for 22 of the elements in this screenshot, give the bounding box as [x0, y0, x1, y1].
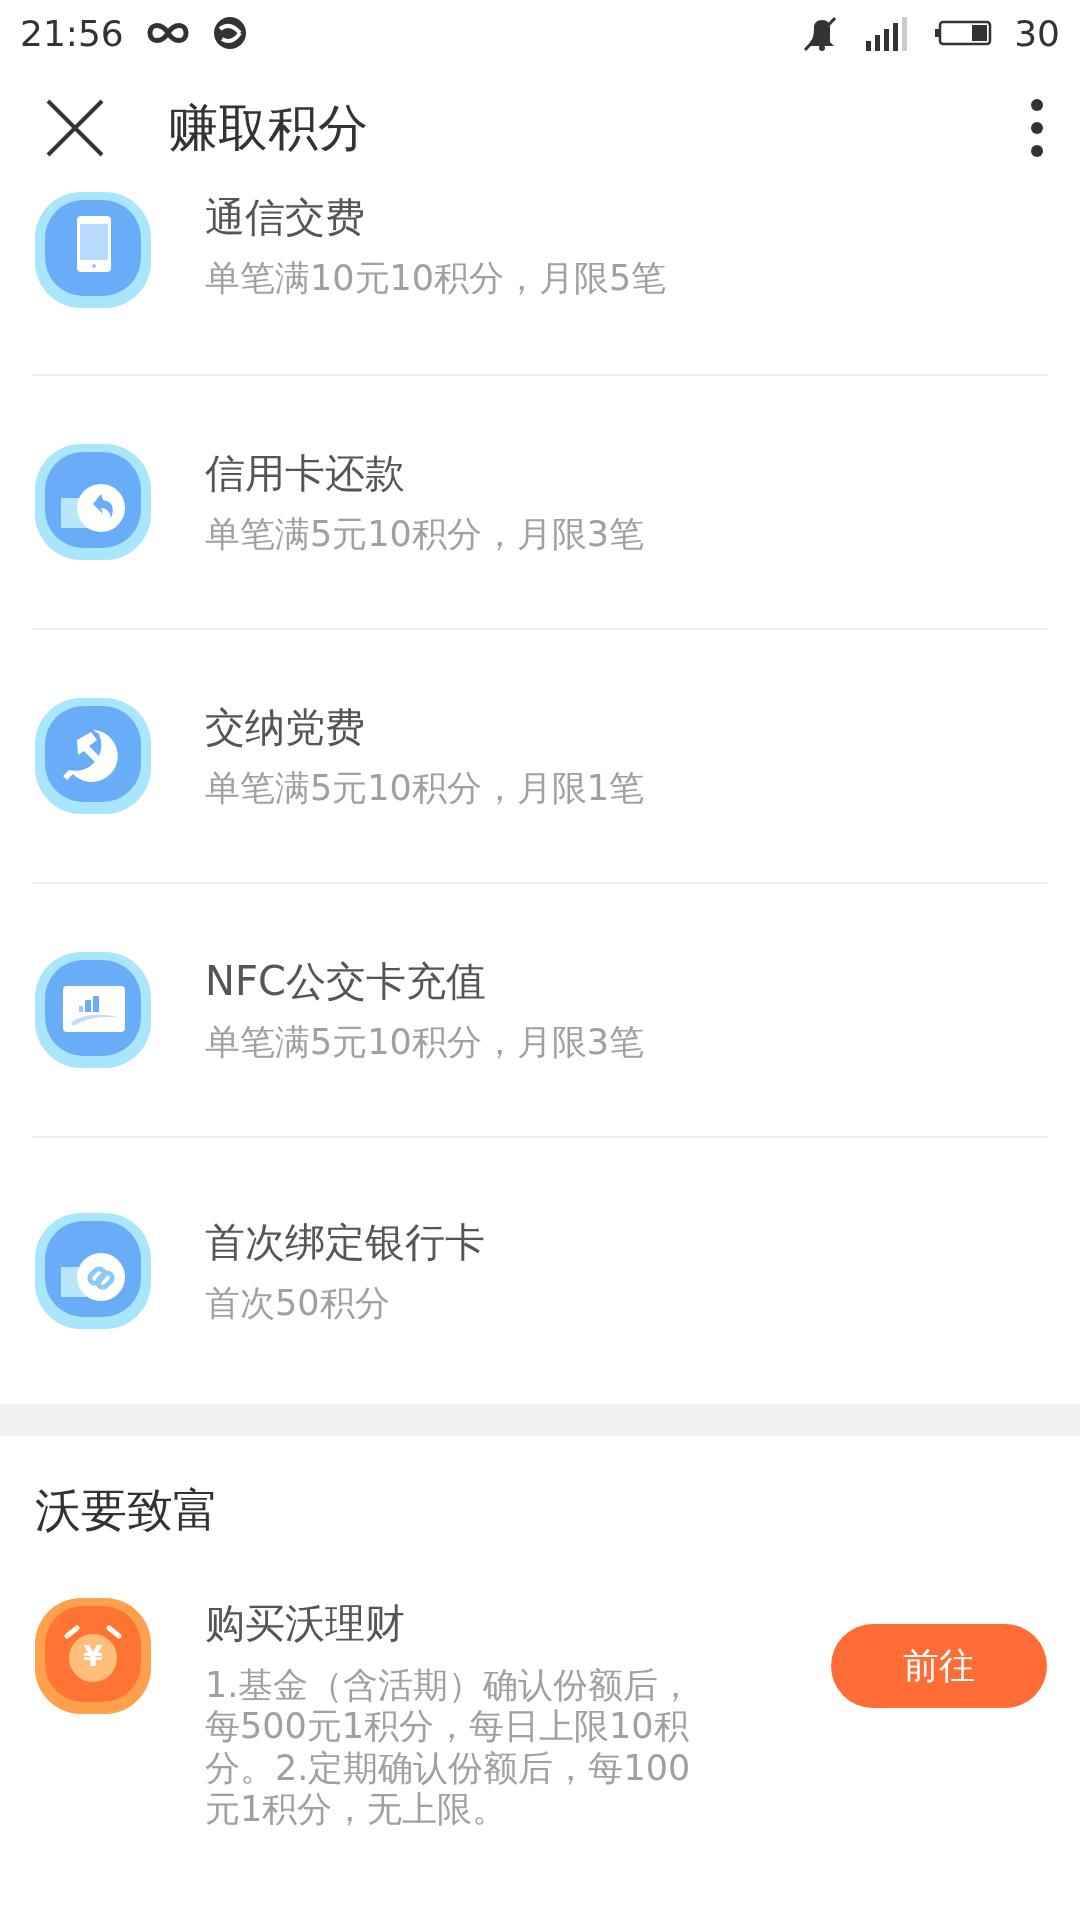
task-description: 单笔满5元10积分，月限3笔 [205, 513, 645, 556]
task-description: 1.基金（含活期）确认份额后，每500元1积分，每日上限10积分。2.定期确认份额后，每100元1积分，无上限。 [205, 1665, 695, 1831]
page-title: 赚取积分 [168, 97, 369, 159]
battery-level: 30 [1014, 12, 1060, 54]
task-title: NFC公交卡充值 [205, 957, 487, 1006]
task-description: 首次50积分 [205, 1282, 391, 1325]
task-title: 通信交费 [205, 193, 366, 242]
task-description: 单笔满5元10积分，月限3笔 [205, 1021, 645, 1064]
task-title: 信用卡还款 [205, 449, 406, 498]
task-title: 首次绑定银行卡 [205, 1218, 485, 1267]
task-title: 购买沃理财 [205, 1599, 406, 1648]
go-button[interactable]: 前往 [831, 1624, 1047, 1708]
task-title: 交纳党费 [205, 703, 366, 752]
alarm-clock-icon: ¥ [33, 1596, 153, 1716]
status-time: 21:56 [20, 12, 124, 54]
bell-muted-icon [802, 14, 839, 52]
section-title: 沃要致富 [34, 1482, 220, 1539]
close-icon[interactable] [44, 97, 106, 159]
task-description: 单笔满10元10积分，月限5笔 [205, 257, 667, 300]
sync-icon [211, 15, 248, 51]
more-icon[interactable] [1030, 98, 1044, 158]
task-description: 单笔满5元10积分，月限1笔 [205, 767, 645, 810]
